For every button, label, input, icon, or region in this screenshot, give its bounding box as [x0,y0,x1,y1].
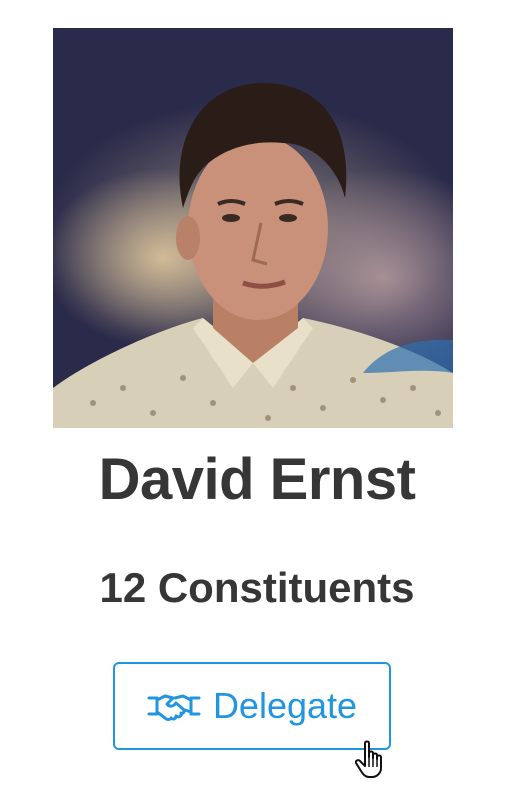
delegate-button[interactable]: Delegate [113,662,391,750]
avatar [53,28,453,428]
delegate-label: Delegate [212,685,358,726]
profile-card: David Ernst 12 Constituents Delegate [0,0,514,787]
profile-name: David Ernst [98,447,416,512]
constituents-count: 12 Constituents [99,564,415,611]
avatar-illustration [53,83,453,428]
hand-pointer-icon [354,740,389,780]
handshake-icon [147,689,201,723]
